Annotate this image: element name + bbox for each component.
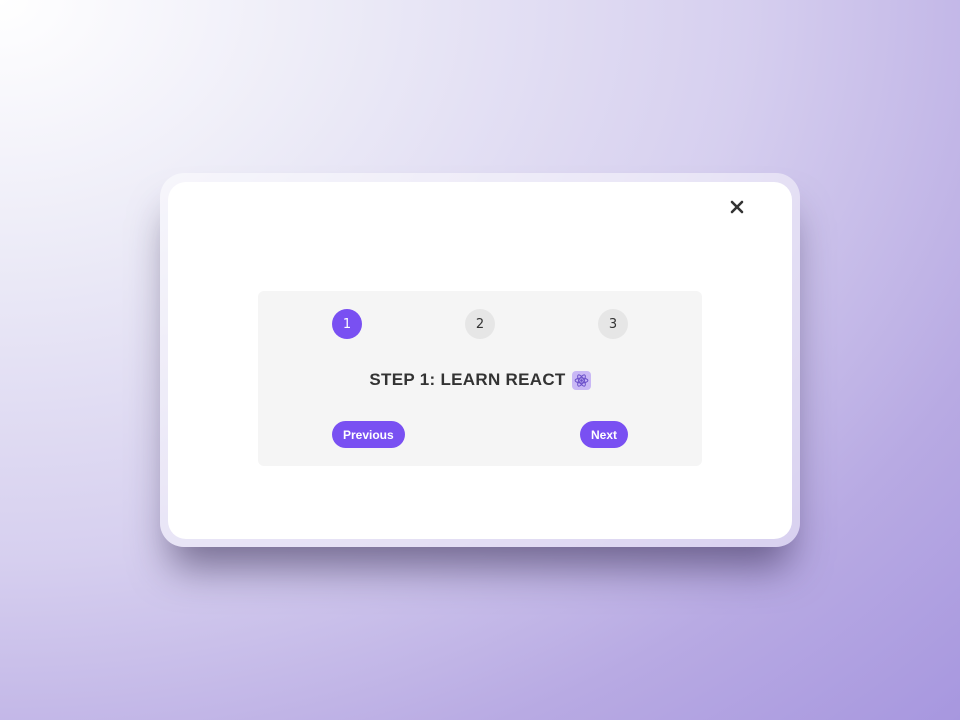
step-indicator-2: 2 [465,309,495,339]
next-button[interactable]: Next [580,421,629,448]
step-indicator-3: 3 [598,309,628,339]
react-atom-icon [571,370,591,390]
step-message-text: STEP 1: LEARN REACT [369,370,566,389]
close-icon [730,200,744,214]
step-message: STEP 1: LEARN REACT [258,370,702,390]
steps-card: 1 2 3 STEP 1: LEARN REACT Previous Next [258,291,702,466]
close-button[interactable] [724,194,750,220]
page-background: { "steps": [ {"number": "1", "active": t… [0,0,960,720]
previous-button[interactable]: Previous [332,421,405,448]
step-indicator-1: 1 [332,309,362,339]
